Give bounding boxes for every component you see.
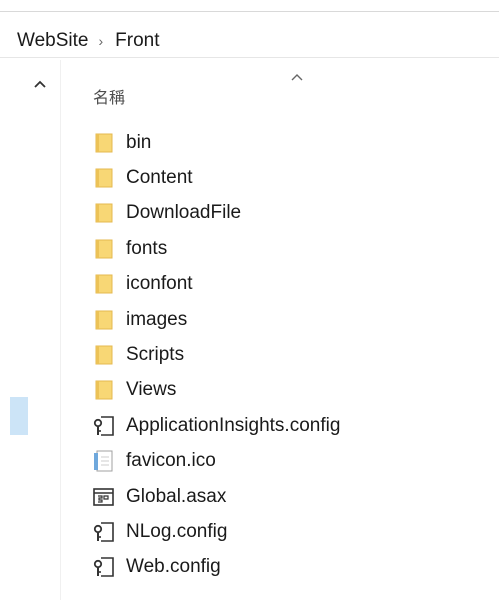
list-item-label: Web.config — [126, 556, 221, 578]
folder-icon — [92, 272, 116, 296]
pane-divider[interactable] — [60, 60, 61, 600]
list-item-label: DownloadFile — [126, 202, 242, 224]
list-item-label: Views — [126, 379, 177, 401]
asax-file-icon — [92, 485, 116, 509]
list-item[interactable]: favicon.ico — [92, 444, 340, 479]
folder-icon — [92, 308, 116, 332]
folder-icon — [92, 237, 116, 261]
name-column-header[interactable]: 名稱 — [93, 84, 125, 108]
config-file-icon — [92, 555, 116, 579]
folder-icon — [92, 378, 116, 402]
list-item-label: ApplicationInsights.config — [126, 414, 341, 436]
list-item[interactable]: iconfont — [92, 267, 340, 302]
breadcrumb: WebSite › Front — [0, 24, 499, 58]
list-item[interactable]: ApplicationInsights.config — [92, 408, 340, 443]
list-item-label: images — [126, 308, 188, 330]
breadcrumb-item-front[interactable]: Front — [115, 30, 159, 52]
list-item[interactable]: fonts — [92, 231, 340, 266]
list-item-label: iconfont — [126, 273, 193, 295]
config-file-icon — [92, 414, 116, 438]
folder-icon — [92, 201, 116, 225]
folder-icon — [92, 131, 116, 155]
list-item[interactable]: images — [92, 302, 340, 337]
list-item-label: fonts — [126, 237, 168, 259]
list-item-label: bin — [126, 131, 152, 153]
breadcrumb-separator[interactable]: › — [98, 34, 103, 48]
list-item[interactable]: Global.asax — [92, 479, 340, 514]
top-divider — [0, 11, 499, 12]
list-item-label: favicon.ico — [126, 450, 216, 472]
list-item-label: Scripts — [126, 344, 185, 366]
list-item[interactable]: NLog.config — [92, 514, 340, 549]
list-item-label: NLog.config — [126, 520, 228, 542]
image-file-icon — [92, 449, 116, 473]
collapse-icon[interactable] — [32, 76, 48, 92]
list-item-label: Content — [126, 167, 193, 189]
list-item[interactable]: Content — [92, 160, 340, 195]
folder-icon — [92, 343, 116, 367]
config-file-icon — [92, 520, 116, 544]
list-item[interactable]: bin — [92, 125, 340, 160]
list-item-label: Global.asax — [126, 485, 227, 507]
list-item[interactable]: DownloadFile — [92, 196, 340, 231]
nav-selected-item[interactable] — [10, 397, 28, 435]
list-item[interactable]: Web.config — [92, 550, 340, 585]
list-item[interactable]: Views — [92, 373, 340, 408]
navigation-pane — [0, 60, 60, 600]
list-item[interactable]: Scripts — [92, 337, 340, 372]
file-list: bin Content DownloadFile fonts iconfont image… — [92, 125, 340, 585]
breadcrumb-item-website[interactable]: WebSite — [17, 30, 88, 52]
sort-ascending-icon — [291, 74, 303, 81]
folder-icon — [92, 166, 116, 190]
